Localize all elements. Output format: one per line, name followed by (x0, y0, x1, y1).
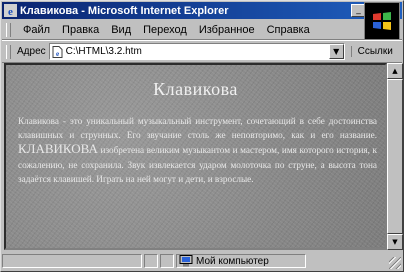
status-bar: Мой компьютер (2, 252, 402, 270)
scroll-down-button[interactable]: ▼ (387, 234, 403, 250)
page-paragraph: Клавикова - это уникальный музыкальный и… (18, 114, 377, 186)
status-progress-cell (144, 254, 158, 268)
vertical-scrollbar[interactable]: ▲ ▼ (387, 63, 403, 250)
address-input[interactable]: e C:\HTML\3.2.htm ▼ (48, 43, 345, 60)
menu-favorites[interactable]: Избранное (193, 24, 261, 36)
menu-file[interactable]: Файл (17, 24, 56, 36)
title-bar[interactable]: e Клавикова - Microsoft Internet Explore… (2, 2, 402, 19)
page-heading: Клавикова (153, 79, 238, 99)
address-bar: Адрес e C:\HTML\3.2.htm ▼ Ссылки (2, 40, 402, 63)
windows-logo-icon (373, 12, 391, 30)
ie-app-icon: e (4, 4, 17, 17)
menu-go[interactable]: Переход (137, 24, 193, 36)
svg-text:e: e (56, 50, 59, 58)
window-title: Клавикова - Microsoft Internet Explorer (20, 4, 229, 17)
chevron-down-icon: ▼ (333, 47, 340, 56)
menu-view[interactable]: Вид (105, 24, 137, 36)
paragraph-text-1: Клавикова - это уникальный музыкальный и… (18, 116, 377, 141)
status-text-cell (2, 254, 142, 268)
page-content: Клавикова Клавикова - это уникальный муз… (4, 63, 387, 250)
resize-grip[interactable] (389, 257, 401, 269)
arrow-up-icon: ▲ (392, 67, 398, 75)
menu-help[interactable]: Справка (261, 24, 316, 36)
menu-edit[interactable]: Правка (56, 24, 105, 36)
browser-window: e Клавикова - Microsoft Internet Explore… (0, 0, 404, 272)
scroll-thumb[interactable] (387, 79, 403, 234)
ie-throbber (364, 2, 400, 40)
menu-bar: Файл Правка Вид Переход Избранное Справк… (2, 2, 402, 40)
links-button[interactable]: Ссылки (350, 46, 393, 57)
status-lock-cell (160, 254, 174, 268)
status-zone-cell: Мой компьютер (176, 254, 306, 268)
scroll-up-button[interactable]: ▲ (387, 63, 403, 79)
page-icon: e (52, 45, 63, 58)
toolbar-grip[interactable] (6, 22, 11, 37)
svg-text:e: e (8, 6, 13, 17)
paragraph-emphasis: КЛАВИКОВА (18, 141, 98, 157)
address-grip[interactable] (6, 44, 11, 59)
minimize-icon: _ (356, 5, 361, 15)
arrow-down-icon: ▼ (392, 238, 398, 246)
computer-icon (179, 255, 193, 267)
address-label: Адрес (17, 46, 46, 57)
address-dropdown-button[interactable]: ▼ (328, 44, 344, 59)
address-value: C:\HTML\3.2.htm (65, 46, 142, 57)
status-zone-label: Мой компьютер (196, 255, 269, 267)
